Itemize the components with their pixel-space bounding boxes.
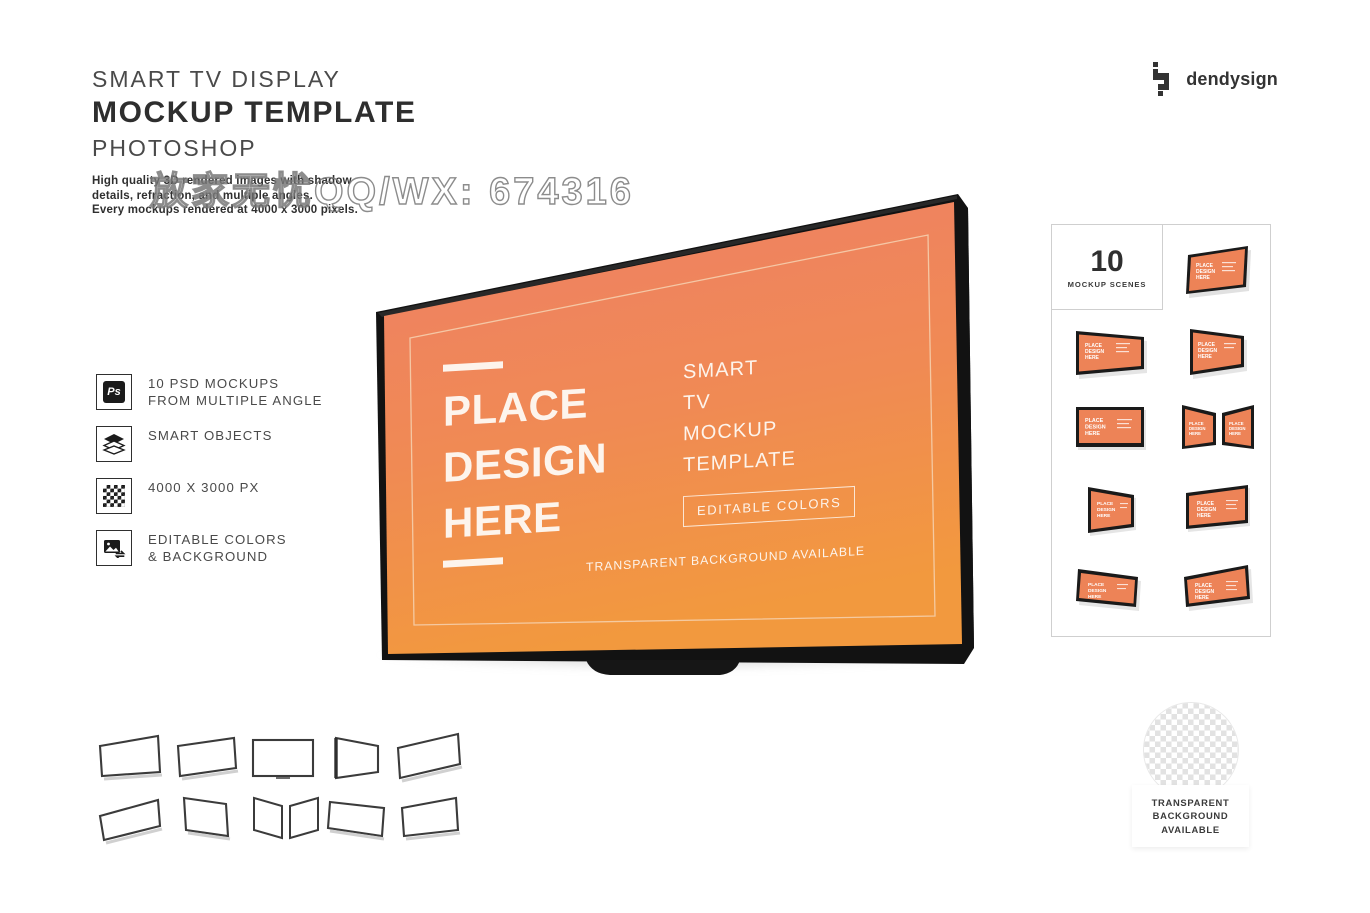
scene-thumbnail[interactable]: PLACE DESIGN HERE xyxy=(1176,317,1256,379)
svg-text:HERE: HERE xyxy=(1085,431,1100,437)
feature-smart-objects-line1: SMART OBJECTS xyxy=(148,428,273,443)
svg-text:HERE: HERE xyxy=(1197,513,1212,519)
feature-label-resolution: 4000 X 3000 PX xyxy=(148,478,259,496)
tv-stand-foot xyxy=(586,660,740,675)
feature-item-resolution: 4000 X 3000 PX xyxy=(96,478,323,514)
svg-text:DESIGN: DESIGN xyxy=(1097,507,1116,513)
feature-label-psd: 10 PSD MOCKUPS FROM MULTIPLE ANGLE xyxy=(148,374,323,409)
feature-resolution-line1: 4000 X 3000 PX xyxy=(148,480,260,495)
feature-label-smart-objects: SMART OBJECTS xyxy=(148,426,272,444)
transparent-badge-label: TRANSPARENT BACKGROUND AVAILABLE xyxy=(1132,785,1249,847)
checkerboard-icon xyxy=(96,478,132,514)
feature-editable-colors-line1: EDITABLE COLORS xyxy=(148,532,287,547)
feature-psd-line2: FROM MULTIPLE ANGLE xyxy=(148,393,323,408)
brand-logo: dendysign xyxy=(1150,62,1278,96)
wireframe-thumb[interactable] xyxy=(324,792,394,851)
feature-editable-colors-line2: & BACKGROUND xyxy=(148,549,269,564)
checkerboard-circle-icon xyxy=(1144,703,1238,797)
image-swap-icon xyxy=(96,530,132,566)
svg-text:HERE: HERE xyxy=(1196,275,1211,281)
svg-text:DESIGN: DESIGN xyxy=(1085,425,1106,431)
feature-item-editable-colors: EDITABLE COLORS & BACKGROUND xyxy=(96,530,323,566)
wireframe-thumb[interactable] xyxy=(96,790,168,853)
transparent-badge-line1: TRANSPARENT xyxy=(1151,796,1230,808)
svg-text:HERE: HERE xyxy=(1195,595,1210,601)
wireframe-thumb[interactable] xyxy=(248,734,320,789)
feature-label-editable-colors: EDITABLE COLORS & BACKGROUND xyxy=(148,530,287,565)
scene-count-label: MOCKUP SCENES xyxy=(1067,279,1147,289)
layers-icon xyxy=(96,426,132,462)
title-line-1: SMART TV DISPLAY xyxy=(92,66,341,92)
svg-text:PLACE: PLACE xyxy=(1085,418,1104,424)
wireframe-thumb[interactable] xyxy=(172,732,244,789)
feature-list: Ps 10 PSD MOCKUPS FROM MULTIPLE ANGLE SM… xyxy=(96,374,323,582)
transparent-badge-line2: BACKGROUND xyxy=(1152,810,1229,822)
wireframe-thumb[interactable] xyxy=(176,790,240,851)
poster-canvas: SMART TV DISPLAY MOCKUP TEMPLATE PHOTOSH… xyxy=(0,0,1370,913)
scene-thumbnail[interactable]: PLACE DESIGN HERE xyxy=(1076,473,1152,539)
svg-text:DESIGN: DESIGN xyxy=(1088,588,1107,594)
svg-text:PLACE: PLACE xyxy=(1088,582,1105,588)
tv-mockup-main: PLACE DESIGN HERE SMART TV MOCKUP TEMPLA… xyxy=(368,186,978,686)
scene-thumbnail[interactable]: PLACE DESIGN HERE xyxy=(1174,551,1258,617)
wireframe-thumb[interactable] xyxy=(248,790,324,851)
scene-count-cell: 10 MOCKUP SCENES xyxy=(1052,225,1163,310)
wireframe-thumb[interactable] xyxy=(96,728,168,789)
scene-count-number: 10 xyxy=(1090,244,1124,278)
svg-text:PLACE: PLACE xyxy=(1097,501,1114,507)
scene-thumbnail[interactable]: PLACE DESIGN HERE xyxy=(1178,473,1258,539)
feature-item-psd: Ps 10 PSD MOCKUPS FROM MULTIPLE ANGLE xyxy=(96,374,323,410)
tv-screen xyxy=(384,202,962,654)
svg-text:HERE: HERE xyxy=(1229,431,1241,436)
title-line-3: PHOTOSHOP xyxy=(92,135,257,161)
wireframe-angle-row xyxy=(96,728,466,846)
svg-text:HERE: HERE xyxy=(1085,355,1100,361)
transparent-background-badge: TRANSPARENT BACKGROUND AVAILABLE xyxy=(1132,703,1249,849)
svg-text:HERE: HERE xyxy=(1189,431,1201,436)
wireframe-thumb[interactable] xyxy=(396,790,466,851)
scene-thumbnail[interactable]: PLACE DESIGN HERE xyxy=(1066,317,1150,379)
feature-psd-line1: 10 PSD MOCKUPS xyxy=(148,376,280,391)
brand-name: dendysign xyxy=(1186,68,1278,89)
svg-text:HERE: HERE xyxy=(1097,513,1111,519)
wireframe-thumb[interactable] xyxy=(324,730,388,789)
transparent-badge-line3: AVAILABLE xyxy=(1161,823,1220,835)
scene-thumbnail[interactable]: PLACE DESIGN HERE xyxy=(1068,551,1150,617)
dendysign-logo-icon xyxy=(1150,62,1176,96)
scene-thumbnail[interactable]: PLACE DESIGN HERE xyxy=(1068,397,1152,455)
scene-thumbnail[interactable]: PLACE DESIGN HERE PLACE DESIGN HERE xyxy=(1176,397,1260,455)
wireframe-thumb[interactable] xyxy=(392,728,466,791)
tv-frame xyxy=(376,194,974,675)
svg-text:HERE: HERE xyxy=(1088,594,1102,600)
page-title: MOCKUP TEMPLATE xyxy=(92,96,417,129)
svg-text:HERE: HERE xyxy=(1198,354,1213,360)
photoshop-icon: Ps xyxy=(96,374,132,410)
scene-thumbnail[interactable]: PLACE DESIGN HERE xyxy=(1174,237,1254,299)
feature-item-smart-objects: SMART OBJECTS xyxy=(96,426,323,462)
mockup-scenes-panel: 10 MOCKUP SCENES PLACE DESIGN HERE PLACE… xyxy=(1051,224,1271,637)
